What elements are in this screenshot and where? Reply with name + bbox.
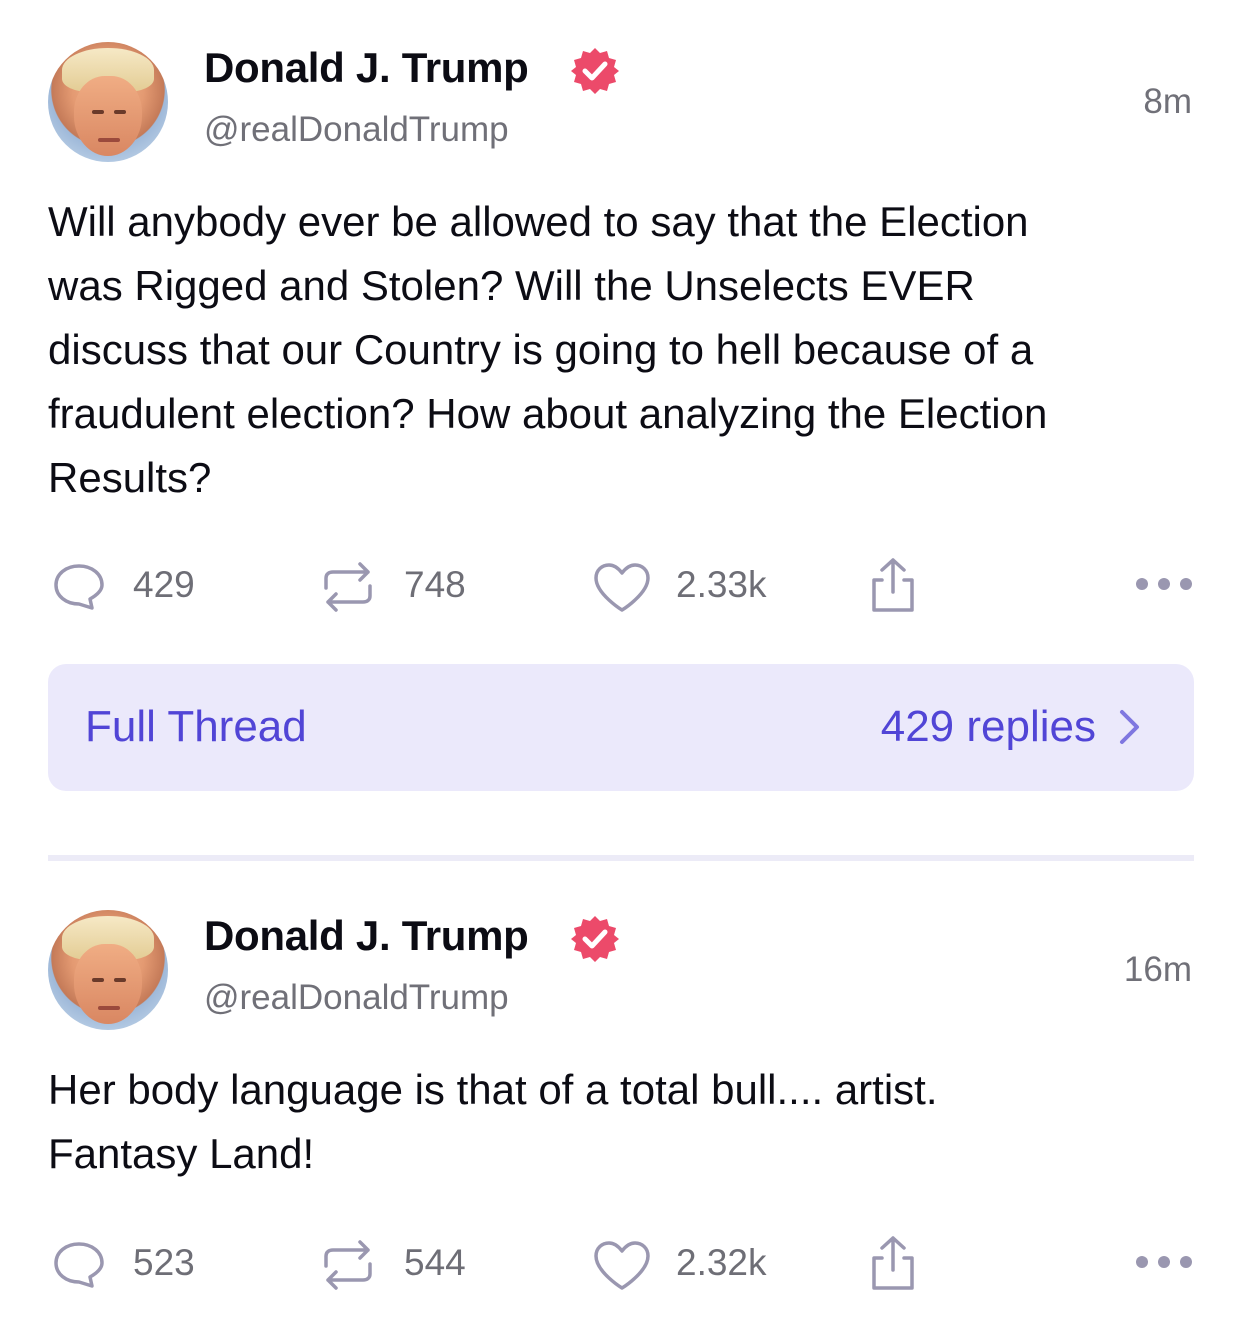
verified-badge-icon	[571, 48, 619, 94]
author-handle[interactable]: @realDonaldTrump	[204, 110, 509, 150]
full-thread-label: Full Thread	[85, 702, 307, 751]
author-handle[interactable]: @realDonaldTrump	[204, 978, 509, 1018]
author-name[interactable]: Donald J. Trump	[204, 912, 529, 960]
like-count: 2.32k	[676, 1242, 767, 1283]
full-thread-button[interactable]: Full Thread 429 replies	[48, 664, 1194, 791]
reply-count: 429	[133, 564, 195, 605]
post[interactable]: Donald J. Trump @realDonaldTrump 16m Her…	[0, 858, 1242, 1326]
post-actions: 429 748 2.33k	[0, 556, 1242, 616]
post-time: 16m	[1123, 950, 1192, 989]
reply-icon[interactable]	[52, 562, 106, 612]
like-heart-icon[interactable]	[592, 562, 652, 614]
thread-replies-count: 429 replies	[880, 702, 1096, 751]
author-name[interactable]: Donald J. Trump	[204, 44, 529, 92]
verified-badge-icon	[571, 916, 619, 962]
post-actions: 523 544 2.32k	[0, 1234, 1242, 1294]
like-count: 2.33k	[676, 564, 767, 605]
share-icon[interactable]	[868, 556, 918, 614]
avatar[interactable]	[48, 910, 168, 1030]
post-text: Will anybody ever be allowed to say that…	[48, 198, 1048, 501]
more-options-icon[interactable]	[1134, 576, 1194, 592]
repost-icon[interactable]	[318, 1238, 378, 1292]
avatar[interactable]	[48, 42, 168, 162]
reply-icon[interactable]	[52, 1240, 106, 1290]
like-heart-icon[interactable]	[592, 1240, 652, 1292]
repost-count: 748	[404, 564, 466, 605]
post-text: Her body language is that of a total bul…	[48, 1066, 938, 1177]
share-icon[interactable]	[868, 1234, 918, 1292]
repost-count: 544	[404, 1242, 466, 1283]
post[interactable]: Donald J. Trump @realDonaldTrump 8m Will…	[0, 0, 1242, 861]
post-time: 8m	[1143, 82, 1192, 121]
repost-icon[interactable]	[318, 560, 378, 614]
more-options-icon[interactable]	[1134, 1254, 1194, 1270]
chevron-right-icon	[1120, 710, 1139, 744]
reply-count: 523	[133, 1242, 195, 1283]
